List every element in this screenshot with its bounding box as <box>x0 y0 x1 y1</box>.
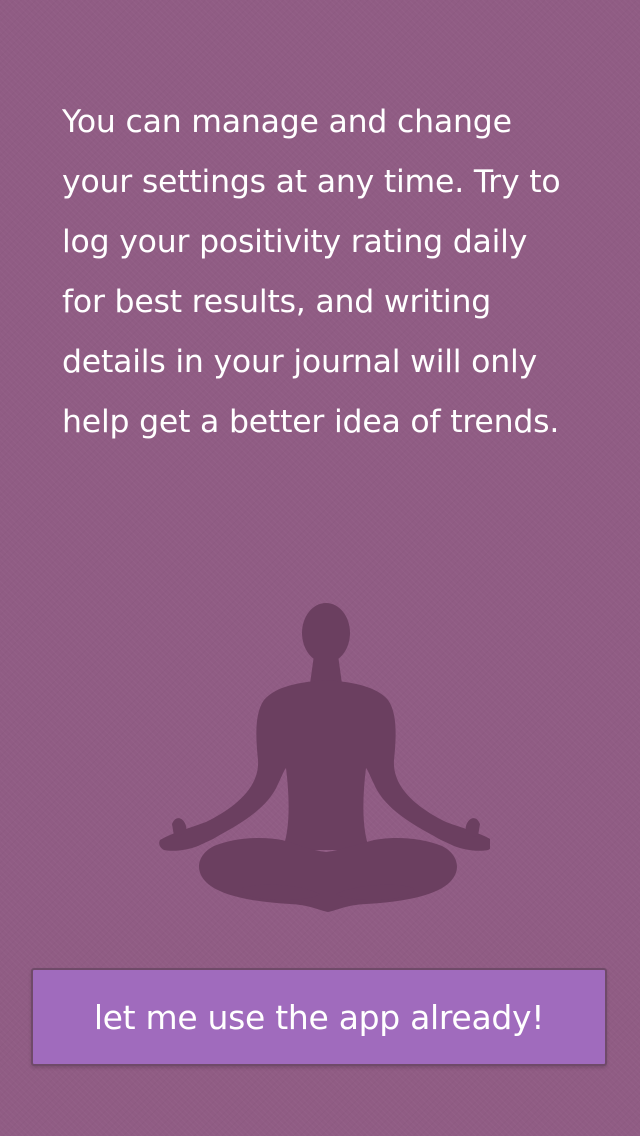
intro-line: log your positivity rating daily <box>62 224 528 260</box>
meditation-pose-icon <box>150 600 490 920</box>
continue-button[interactable]: let me use the app already! <box>31 968 607 1066</box>
intro-paragraph: You can manage and change your settings … <box>62 92 602 452</box>
intro-line: for best results, and writing <box>62 284 492 320</box>
continue-button-label: let me use the app already! <box>93 997 545 1037</box>
intro-line: help get a better idea of trends. <box>62 404 560 440</box>
intro-line: your settings at any time. Try to <box>62 164 561 200</box>
intro-line: You can manage and change <box>62 104 512 140</box>
onboarding-screen: You can manage and change your settings … <box>0 0 640 1136</box>
intro-line: details in your journal will only <box>62 344 538 380</box>
